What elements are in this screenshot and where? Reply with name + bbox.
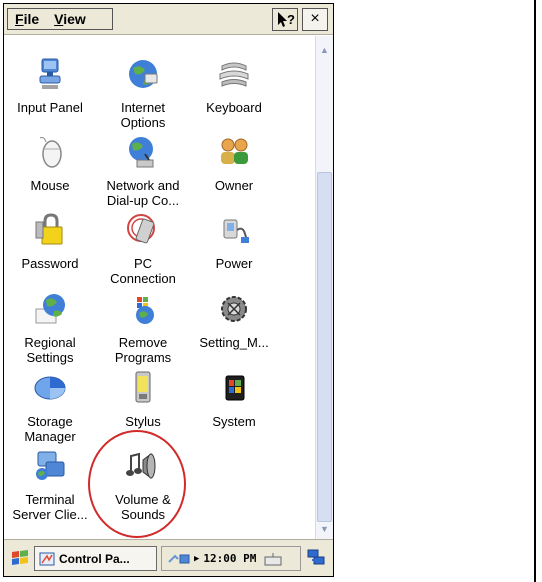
item-storage-manager[interactable]: Storage Manager <box>4 370 96 448</box>
item-remove-programs[interactable]: Remove Programs <box>97 291 189 369</box>
network-tray-icon[interactable] <box>168 552 190 566</box>
item-volume-sounds[interactable]: Volume & Sounds <box>97 448 189 526</box>
arrow-icon: ▶ <box>194 553 200 564</box>
item-regional-settings[interactable]: Regional Settings <box>4 291 96 369</box>
item-label: System <box>212 414 256 429</box>
item-input-panel[interactable]: Input Panel <box>4 56 96 134</box>
start-flag-icon[interactable] <box>10 548 30 568</box>
setting-m-icon <box>221 296 247 322</box>
item-keyboard[interactable]: Keyboard <box>188 56 280 134</box>
item-power[interactable]: Power <box>188 212 280 290</box>
item-label: Password <box>21 256 79 271</box>
clock[interactable]: 12:00 PM <box>203 552 256 565</box>
keyboard-tray-icon[interactable] <box>264 552 282 566</box>
vertical-scrollbar[interactable]: ▲ ▼ <box>315 36 333 539</box>
item-label: Keyboard <box>206 100 262 115</box>
control-panel-grid: Input Panel Internet Options Keyboard Mo… <box>4 36 315 539</box>
power-icon <box>223 219 249 243</box>
item-label: Mouse <box>30 178 70 193</box>
item-label: Storage Manager <box>24 414 76 444</box>
item-internet-options[interactable]: Internet Options <box>97 56 189 134</box>
scroll-up-arrow-icon[interactable]: ▲ <box>316 42 333 58</box>
divider-line <box>534 0 536 582</box>
close-button[interactable]: × <box>302 8 328 31</box>
menu-view[interactable]: View <box>54 11 86 27</box>
regional-settings-icon <box>35 294 65 324</box>
item-network[interactable]: Network and Dial-up Co... <box>97 134 189 212</box>
control-panel-icon <box>39 552 55 565</box>
terminal-server-icon <box>36 451 65 480</box>
storage-manager-icon <box>34 376 66 400</box>
mouse-icon <box>39 137 62 168</box>
pc-connection-icon <box>127 214 155 244</box>
item-label: Network and Dial-up Co... <box>106 178 180 208</box>
item-label: Volume & Sounds <box>115 492 171 522</box>
item-password[interactable]: Password <box>4 212 96 290</box>
taskbar: Control Pa... ▶ 12:00 PM <box>4 539 333 576</box>
item-label: Internet Options <box>120 100 166 130</box>
item-label: Setting_M... <box>199 335 269 350</box>
volume-sounds-icon <box>126 452 156 479</box>
menu-view-rest: iew <box>63 11 86 27</box>
close-icon: × <box>310 10 320 27</box>
view-access-key: V <box>54 11 64 27</box>
menu-file-rest: ile <box>23 11 40 27</box>
system-icon <box>225 375 245 401</box>
system-tray: ▶ 12:00 PM <box>161 546 301 571</box>
item-label: Owner <box>214 178 254 193</box>
item-label: Remove Programs <box>114 335 172 365</box>
item-label: Terminal Server Clie... <box>12 492 88 522</box>
item-terminal-server[interactable]: Terminal Server Clie... <box>4 448 96 526</box>
password-icon <box>35 213 63 245</box>
keyboard-icon <box>219 62 249 87</box>
item-pc-connection[interactable]: PC Connection <box>97 212 189 290</box>
item-label: PC Connection <box>110 256 176 286</box>
item-label: Input Panel <box>17 100 83 115</box>
item-setting-m[interactable]: Setting_M... <box>188 291 280 369</box>
menu-file[interactable]: File <box>15 11 39 27</box>
input-panel-icon <box>39 58 61 89</box>
taskbar-control-panel-button[interactable]: Control Pa... <box>34 546 157 571</box>
item-label: Power <box>215 256 253 271</box>
internet-options-icon <box>129 60 158 88</box>
remove-programs-icon <box>136 297 154 324</box>
svg-text:?: ? <box>287 12 295 27</box>
show-desktop-icon[interactable] <box>305 548 327 568</box>
menu-bar: File View ? × <box>4 4 333 35</box>
item-stylus[interactable]: Stylus <box>97 370 189 448</box>
menu-group: File View <box>7 8 113 30</box>
control-panel-window: File View ? × Input Panel Internet Optio… <box>3 3 334 577</box>
network-icon <box>129 137 154 168</box>
item-label: Regional Settings <box>24 335 76 365</box>
stylus-icon <box>135 371 151 403</box>
item-owner[interactable]: Owner <box>188 134 280 212</box>
scroll-down-arrow-icon[interactable]: ▼ <box>316 521 333 537</box>
taskbar-task-label: Control Pa... <box>59 551 130 566</box>
item-mouse[interactable]: Mouse <box>4 134 96 212</box>
help-question-icon: ? <box>278 12 295 27</box>
item-system[interactable]: System <box>188 370 280 448</box>
scroll-thumb[interactable] <box>317 172 332 522</box>
file-access-key: F <box>15 11 24 27</box>
help-button[interactable]: ? <box>272 8 298 31</box>
item-label: Stylus <box>125 414 161 429</box>
owner-icon <box>221 138 248 164</box>
